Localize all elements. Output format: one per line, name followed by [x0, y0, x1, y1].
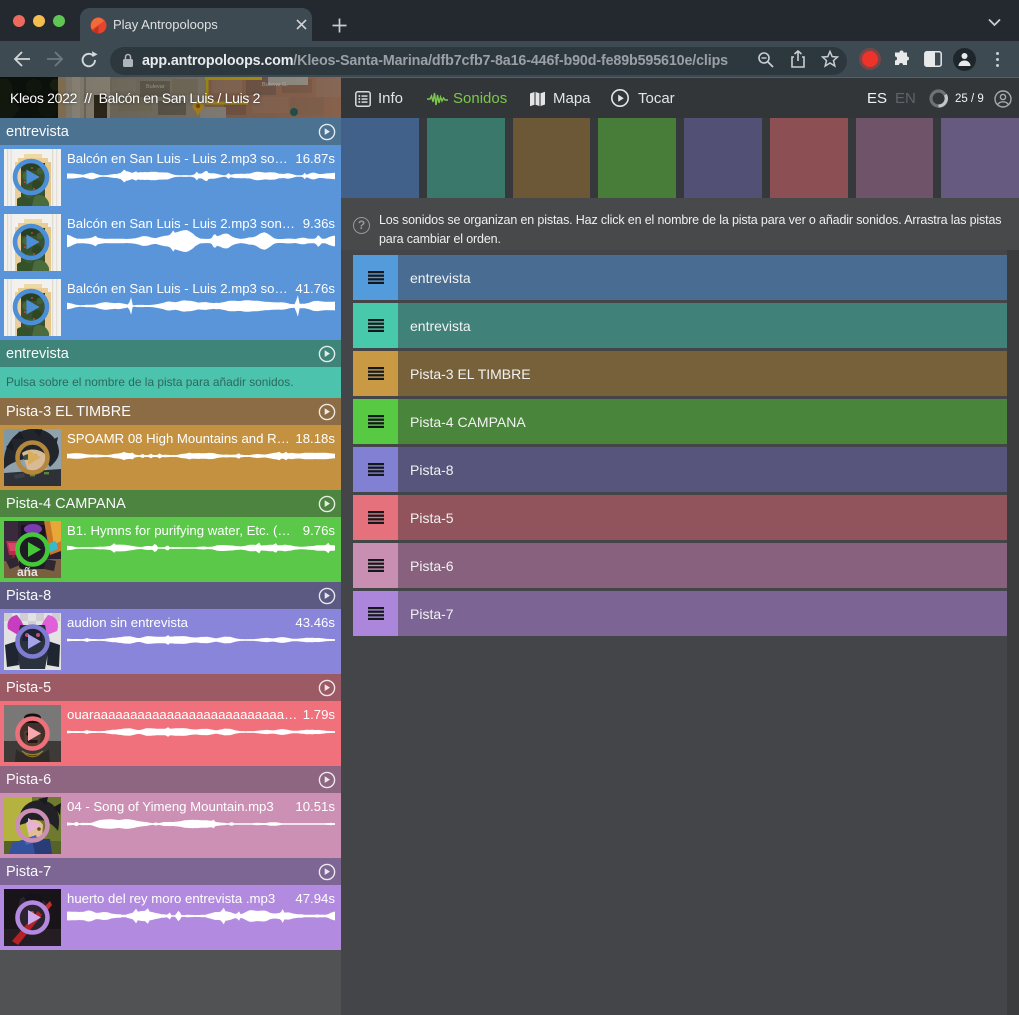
svg-text:aña: aña: [17, 565, 38, 578]
